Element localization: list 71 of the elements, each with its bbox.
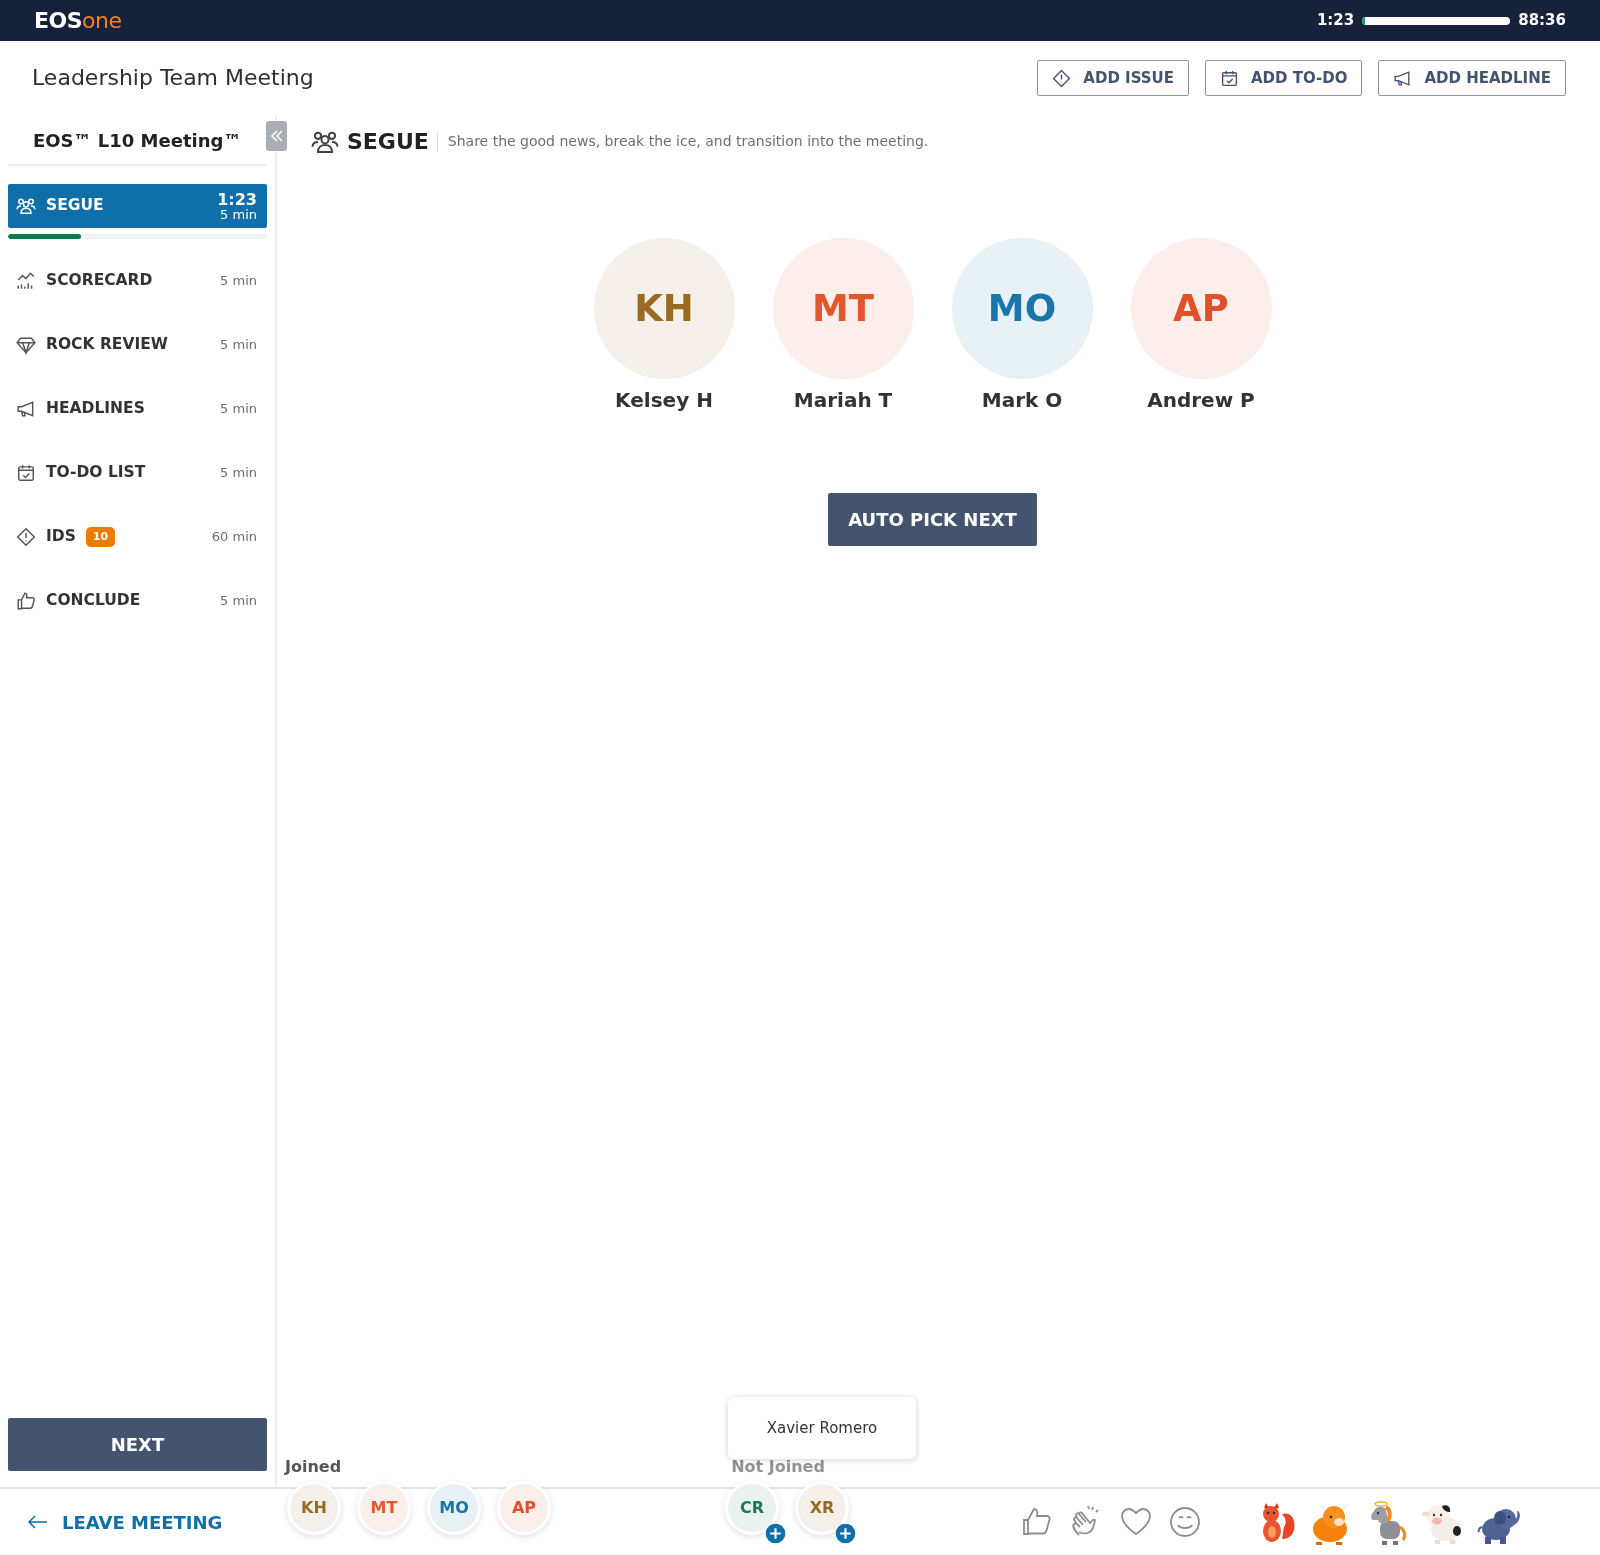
avatar-initials: XR <box>809 1497 835 1519</box>
agenda-item[interactable]: IDS 10 60 min <box>8 515 267 559</box>
thumbs-up-icon <box>16 591 36 611</box>
avatar-initials: AP <box>511 1497 537 1519</box>
add-issue-button[interactable]: ADD ISSUE <box>1037 59 1189 97</box>
avatar-initials: CR <box>739 1497 765 1519</box>
avatar-initials: KH <box>301 1497 327 1519</box>
gem-icon <box>16 335 36 355</box>
count-badge: 10 <box>85 526 116 548</box>
avatar-initials: MO <box>987 285 1057 332</box>
megaphone-icon <box>16 399 36 419</box>
elapsed-time: 1:23 <box>1316 10 1355 32</box>
people-icon <box>16 196 36 216</box>
avatar-initials: AP <box>1173 285 1229 332</box>
brand-logo: EOSone <box>34 7 122 35</box>
agenda-item[interactable]: ROCK REVIEW 5 min <box>8 323 267 367</box>
agenda-item[interactable]: HEADLINES 5 min <box>8 387 267 431</box>
smiley-icon[interactable] <box>1168 1505 1202 1539</box>
name-tooltip: Xavier Romero <box>728 1396 916 1459</box>
calendar-check-icon <box>16 463 36 483</box>
avatar-initials: MT <box>370 1497 398 1519</box>
section-title: SEGUE <box>347 128 429 156</box>
item-duration: 5 min <box>220 592 257 611</box>
participant-name: Kelsey H <box>615 387 713 414</box>
item-duration: 5 min <box>220 336 257 355</box>
attendee-avatar[interactable]: MT <box>357 1481 411 1535</box>
attendee-avatar[interactable]: XR <box>795 1481 849 1535</box>
back-arrow-icon <box>28 1515 48 1529</box>
item-duration: 5 min <box>220 207 257 221</box>
add-todo-button[interactable]: ADD TO-DO <box>1205 59 1363 97</box>
item-duration: 5 min <box>220 400 257 419</box>
agenda-item[interactable]: SCORECARD 5 min <box>8 259 267 303</box>
joined-label: Joined <box>285 1456 342 1478</box>
participant-avatar[interactable]: AP <box>1130 238 1272 379</box>
avatar-initials: MO <box>439 1497 469 1519</box>
agenda-item[interactable]: TO-DO LIST 5 min <box>8 451 267 495</box>
avatar-initials: KH <box>634 285 694 332</box>
collapse-button[interactable] <box>266 121 287 151</box>
add-headline-button[interactable]: ADD HEADLINE <box>1378 59 1566 97</box>
agenda-item[interactable]: SEGUE 1:23 5 min <box>8 184 267 228</box>
diamond-alert-icon <box>1052 68 1072 88</box>
agenda-item[interactable]: CONCLUDE 5 min <box>8 579 267 623</box>
participant-name: Mark O <box>981 387 1063 414</box>
attendee-avatar[interactable]: MO <box>427 1481 481 1535</box>
item-duration: 5 min <box>220 464 257 483</box>
attendee-avatar[interactable]: KH <box>287 1481 341 1535</box>
next-button[interactable]: NEXT <box>8 1418 267 1471</box>
item-duration: 5 min <box>220 272 257 291</box>
diamond-alert-icon <box>16 527 36 547</box>
double-chevron-icon <box>269 129 284 143</box>
avatar-initials: MT <box>811 285 875 332</box>
add-icon[interactable] <box>764 1522 787 1545</box>
participant-name: Andrew P <box>1147 387 1255 414</box>
leave-meeting-button[interactable]: LEAVE MEETING <box>0 1507 277 1537</box>
meeting-title: Leadership Team Meeting <box>32 64 314 92</box>
item-duration: 60 min <box>211 528 257 547</box>
participant-avatar[interactable]: MO <box>951 238 1093 379</box>
auto-pick-next-button[interactable]: AUTO PICK NEXT <box>828 493 1037 546</box>
participant-avatar[interactable]: KH <box>593 238 735 379</box>
attendee-avatar[interactable]: AP <box>497 1481 551 1535</box>
not-joined-label: Not Joined <box>731 1456 825 1478</box>
item-elapsed-time: 1:23 <box>217 191 257 208</box>
remaining-time: 88:36 <box>1518 10 1566 32</box>
chart-icon <box>16 271 36 291</box>
calendar-check-icon <box>1220 68 1239 88</box>
megaphone-icon <box>1393 68 1413 88</box>
attendee-avatar[interactable]: CR <box>725 1481 779 1535</box>
participant-name: Mariah T <box>793 387 893 414</box>
add-icon[interactable] <box>834 1522 857 1545</box>
section-description: Share the good news, break the ice, and transition into the meeting. <box>436 131 929 152</box>
participant-avatar[interactable]: MT <box>772 238 914 379</box>
